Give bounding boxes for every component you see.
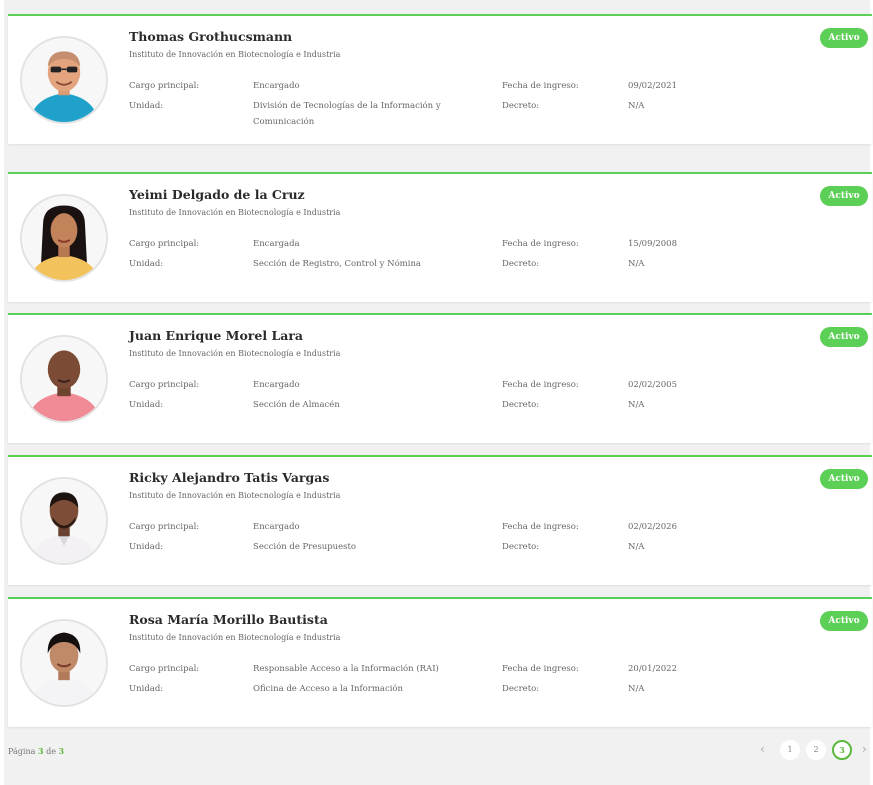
page-button-2[interactable]: 2 — [806, 740, 826, 760]
decreto-label: Decreto: — [502, 542, 540, 552]
employee-card: Juan Enrique Morel Lara Instituto de Inn… — [8, 313, 872, 443]
unidad-value: Sección de Registro, Control y Nómina — [253, 259, 422, 269]
decreto-label: Decreto: — [502, 101, 540, 111]
decreto-label: Decreto: — [502, 684, 540, 694]
employee-name: Thomas Grothucsmann — [129, 29, 293, 44]
fecha-value: 09/02/2021 — [628, 81, 677, 91]
decreto-value: N/A — [628, 684, 645, 694]
total-page-number: 3 — [58, 746, 65, 756]
cargo-value: Responsable Acceso a la Información (RAI… — [253, 664, 439, 674]
employee-institution: Instituto de Innovación en Biotecnología… — [129, 208, 341, 217]
cargo-label: Cargo principal: — [129, 380, 200, 390]
employee-card: Ricky Alejandro Tatis Vargas Instituto d… — [8, 455, 872, 585]
cargo-value: Encargado — [253, 522, 300, 532]
employee-institution: Instituto de Innovación en Biotecnología… — [129, 50, 341, 59]
page-word: Página — [8, 747, 36, 756]
status-badge: Activo — [820, 186, 868, 206]
cargo-label: Cargo principal: — [129, 522, 200, 532]
unidad-label: Unidad: — [129, 400, 164, 410]
cargo-label: Cargo principal: — [129, 81, 200, 91]
employee-card: Thomas Grothucsmann Instituto de Innovac… — [8, 14, 872, 144]
cargo-value: Encargado — [253, 81, 300, 91]
decreto-value: N/A — [628, 259, 645, 269]
cargo-label: Cargo principal: — [129, 664, 200, 674]
status-badge: Activo — [820, 327, 868, 347]
cargo-value: Encargado — [253, 380, 300, 390]
cargo-label: Cargo principal: — [129, 239, 200, 249]
status-badge: Activo — [820, 469, 868, 489]
employee-name: Rosa María Morillo Bautista — [129, 612, 328, 627]
status-badge: Activo — [820, 611, 868, 631]
unidad-label: Unidad: — [129, 684, 164, 694]
unidad-value: División de Tecnologías de la Informació… — [253, 101, 441, 127]
decreto-label: Decreto: — [502, 400, 540, 410]
fecha-label: Fecha de ingreso: — [502, 522, 579, 532]
fecha-label: Fecha de ingreso: — [502, 81, 579, 91]
unidad-value: Sección de Almacén — [253, 400, 340, 410]
status-badge: Activo — [820, 28, 868, 48]
chevron-right-icon[interactable]: › — [862, 742, 867, 756]
unidad-value: Oficina de Acceso a la Información — [253, 684, 404, 694]
unidad-value: Sección de Presupuesto — [253, 542, 357, 552]
fecha-value: 02/02/2026 — [628, 522, 677, 532]
employee-institution: Instituto de Innovación en Biotecnología… — [129, 633, 341, 642]
page-button-3[interactable]: 3 — [832, 740, 852, 760]
fecha-label: Fecha de ingreso: — [502, 664, 579, 674]
chevron-left-icon[interactable]: ‹ — [760, 742, 765, 756]
cargo-value: Encargada — [253, 239, 300, 249]
unidad-label: Unidad: — [129, 542, 164, 552]
fecha-label: Fecha de ingreso: — [502, 380, 579, 390]
employee-photo — [20, 619, 108, 707]
employee-photo — [20, 335, 108, 423]
unidad-label: Unidad: — [129, 259, 164, 269]
fecha-value: 15/09/2008 — [628, 239, 677, 249]
employee-card: Yeimi Delgado de la Cruz Instituto de In… — [8, 172, 872, 302]
fecha-label: Fecha de ingreso: — [502, 239, 579, 249]
employee-institution: Instituto de Innovación en Biotecnología… — [129, 349, 341, 358]
employee-photo — [20, 194, 108, 282]
unidad-label: Unidad: — [129, 101, 164, 111]
employee-name: Juan Enrique Morel Lara — [129, 328, 304, 343]
employee-institution: Instituto de Innovación en Biotecnología… — [129, 491, 341, 500]
current-page-number: 3 — [37, 746, 44, 756]
decreto-value: N/A — [628, 400, 645, 410]
employee-name: Yeimi Delgado de la Cruz — [129, 187, 305, 202]
pagination-summary: Página 3 de 3 — [8, 746, 64, 756]
fecha-value: 02/02/2005 — [628, 380, 677, 390]
decreto-label: Decreto: — [502, 259, 540, 269]
employee-card: Rosa María Morillo Bautista Instituto de… — [8, 597, 872, 727]
fecha-value: 20/01/2022 — [628, 664, 677, 674]
employee-photo — [20, 477, 108, 565]
decreto-value: N/A — [628, 542, 645, 552]
decreto-value: N/A — [628, 101, 645, 111]
employee-photo — [20, 36, 108, 124]
employee-name: Ricky Alejandro Tatis Vargas — [129, 470, 330, 485]
of-word: de — [46, 747, 56, 756]
page-button-1[interactable]: 1 — [780, 740, 800, 760]
